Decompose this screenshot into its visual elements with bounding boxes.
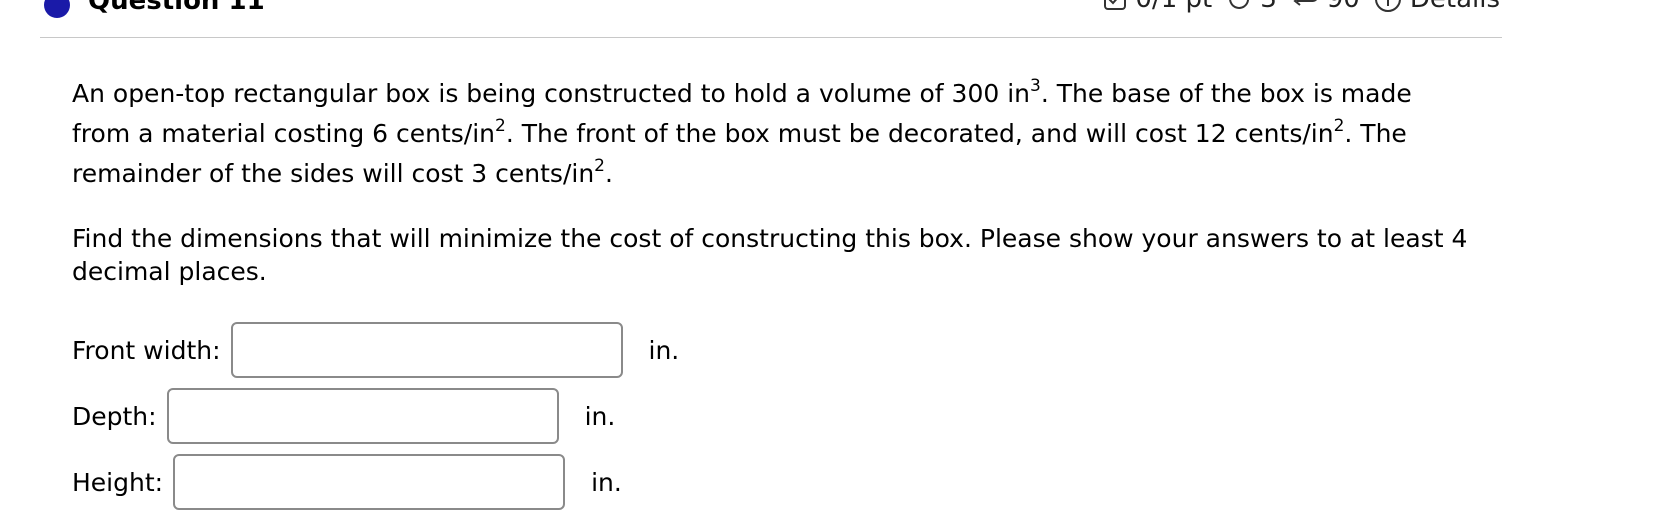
details-label: Details <box>1410 0 1500 14</box>
header-divider <box>40 37 1502 38</box>
question-meta: 0/1 pt 3 90 Details <box>1103 0 1500 14</box>
question-bullet-icon <box>44 0 70 18</box>
question-header: Question 11 0/1 pt 3 90 <box>40 0 1500 36</box>
superscript-squared: 2 <box>594 156 605 176</box>
question-text: An open-top rectangular box is being con… <box>72 74 1472 194</box>
answer-row-height: Height: in. <box>72 454 622 510</box>
superscript-squared: 2 <box>1333 116 1345 136</box>
score-text: 0/1 pt <box>1135 0 1212 14</box>
height-unit: in. <box>591 467 622 497</box>
details-button[interactable]: Details <box>1374 0 1500 14</box>
submissions-count: 90 <box>1327 0 1360 14</box>
answer-row-depth: Depth: in. <box>72 388 615 444</box>
attempts-indicator: 3 <box>1226 0 1277 14</box>
superscript-squared: 2 <box>495 116 506 136</box>
score-indicator: 0/1 pt <box>1103 0 1212 14</box>
problem-statement: An open-top rectangular box is being con… <box>72 74 1472 194</box>
info-icon <box>1374 0 1401 12</box>
checkbox-icon <box>1104 0 1127 10</box>
front-width-label: Front width: <box>72 335 221 365</box>
question-title: Question 11 <box>88 0 265 16</box>
depth-unit: in. <box>584 401 616 431</box>
submissions-indicator: 90 <box>1291 0 1360 14</box>
front-width-input[interactable] <box>230 322 623 378</box>
problem-text-5: . <box>605 159 613 188</box>
return-arrow-icon <box>1293 0 1317 6</box>
answer-row-front-width: Front width: in. <box>72 322 679 378</box>
front-width-unit: in. <box>648 335 680 365</box>
superscript-cubed: 3 <box>1030 76 1041 96</box>
depth-label: Depth: <box>72 401 157 431</box>
problem-text-3: . The front of the box must be decorated… <box>505 119 1334 148</box>
attempts-count: 3 <box>1260 0 1277 14</box>
retry-icon <box>1229 0 1250 9</box>
instructions-text: Find the dimensions that will minimize t… <box>72 224 1468 286</box>
height-label: Height: <box>72 467 164 497</box>
height-input[interactable] <box>173 454 566 510</box>
problem-text-1: An open-top rectangular box is being con… <box>72 79 1031 108</box>
depth-input[interactable] <box>166 388 559 444</box>
